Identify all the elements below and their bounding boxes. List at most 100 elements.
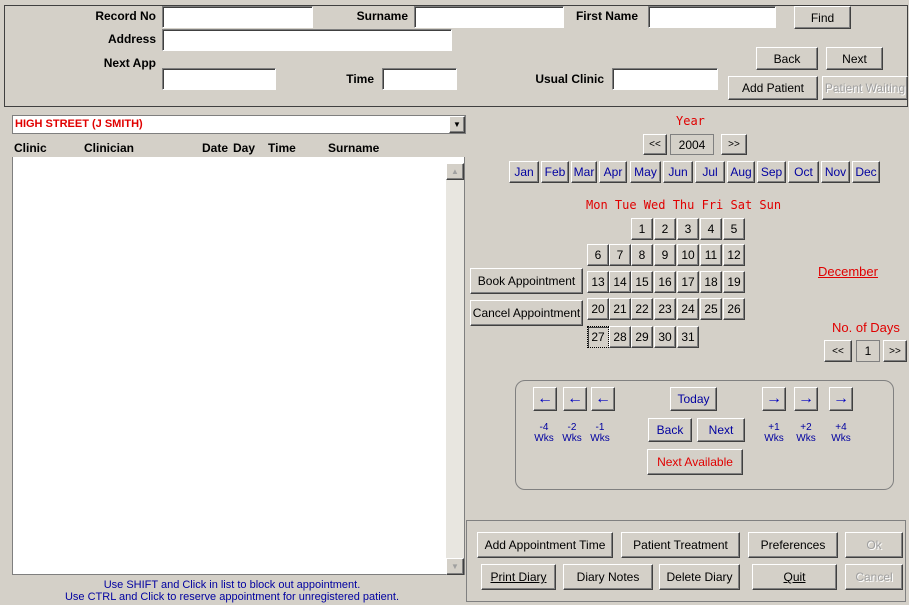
column-clinic: Clinic [14,141,47,155]
forward-2-weeks-arrow-icon[interactable]: → [794,387,818,411]
column-date: Date [202,141,229,155]
add-patient-button[interactable]: Add Patient [728,76,818,100]
calendar-day[interactable]: 21 [609,298,631,320]
scroll-down-icon[interactable]: ▼ [446,558,464,575]
appointment-list[interactable] [12,135,465,575]
calendar-day[interactable]: 24 [677,298,699,320]
calendar-day[interactable]: 13 [587,271,609,293]
back-4-weeks-arrow-icon[interactable]: ← [533,387,557,411]
minus-4-weeks-label: -4 Wks [534,422,554,444]
calendar-day[interactable]: 4 [700,218,722,240]
calendar-day[interactable]: 20 [587,298,609,320]
calendar-day[interactable]: 5 [723,218,745,240]
first-name-label: First Name [575,9,638,23]
prev-year-button[interactable]: << [643,134,667,155]
next-button[interactable]: Next [826,47,883,70]
calendar-day[interactable]: 15 [631,271,653,293]
calendar-day[interactable]: 6 [587,244,609,266]
first-name-input[interactable] [648,6,776,28]
time-label: Time [346,72,374,86]
delete-diary-button[interactable]: Delete Diary [659,564,740,590]
hint-text: Use SHIFT and Click in list to block out… [12,579,452,603]
month-mar-button[interactable]: Mar [571,161,597,183]
back-1-week-arrow-icon[interactable]: ← [591,387,615,411]
days-increase-button[interactable]: >> [883,340,907,362]
calendar-day[interactable]: 31 [677,326,699,348]
forward-1-week-arrow-icon[interactable]: → [762,387,786,411]
calendar-day[interactable]: 18 [700,271,722,293]
forward-4-weeks-arrow-icon[interactable]: → [829,387,853,411]
clinic-select[interactable]: HIGH STREET (J SMITH) ▼ [12,115,466,134]
record-no-input[interactable] [162,6,313,28]
calendar-day[interactable]: 22 [631,298,653,320]
month-oct-button[interactable]: Oct [788,161,819,183]
cancel-appointment-button[interactable]: Cancel Appointment [470,300,583,326]
back-button[interactable]: Back [756,47,818,70]
month-jan-button[interactable]: Jan [509,161,539,183]
preferences-button[interactable]: Preferences [748,532,838,558]
next-app-label: Next App [103,56,156,70]
calendar-day[interactable]: 1 [631,218,653,240]
calendar-day[interactable]: 19 [723,271,745,293]
nav-back-button[interactable]: Back [648,418,692,442]
year-label: Year [676,114,705,128]
list-scrollbar[interactable]: ▲ ▼ [446,163,464,575]
minus-1-week-label: -1 Wks [590,422,610,444]
calendar-day[interactable]: 28 [609,326,631,348]
today-button[interactable]: Today [670,387,717,411]
quit-button[interactable]: Quit [752,564,837,590]
calendar-day[interactable]: 10 [677,244,699,266]
calendar-day[interactable]: 3 [677,218,699,240]
calendar-day[interactable]: 11 [700,244,722,266]
calendar-day[interactable]: 26 [723,298,745,320]
calendar-day[interactable]: 17 [677,271,699,293]
month-sep-button[interactable]: Sep [757,161,786,183]
next-year-button[interactable]: >> [721,134,747,155]
chevron-down-icon[interactable]: ▼ [449,116,465,133]
calendar-day[interactable]: 27 [587,326,609,348]
calendar-day[interactable]: 8 [631,244,653,266]
patient-treatment-button[interactable]: Patient Treatment [621,532,740,558]
ok-button[interactable]: Ok [845,532,903,558]
usual-clinic-input[interactable] [612,68,718,90]
find-button[interactable]: Find [794,6,851,29]
plus-2-weeks-label: +2 Wks [796,422,816,444]
next-available-button[interactable]: Next Available [647,449,743,475]
month-nov-button[interactable]: Nov [821,161,850,183]
calendar-day[interactable]: 25 [700,298,722,320]
next-app-input[interactable] [162,68,276,90]
print-diary-button[interactable]: Print Diary [481,564,556,590]
month-feb-button[interactable]: Feb [541,161,569,183]
back-2-weeks-arrow-icon[interactable]: ← [563,387,587,411]
nav-next-button[interactable]: Next [697,418,745,442]
calendar-day[interactable]: 14 [609,271,631,293]
month-jul-button[interactable]: Jul [695,161,725,183]
month-aug-button[interactable]: Aug [727,161,755,183]
month-jun-button[interactable]: Jun [663,161,693,183]
address-input[interactable] [162,29,452,51]
days-decrease-button[interactable]: << [824,340,852,362]
time-input[interactable] [382,68,457,90]
month-apr-button[interactable]: Apr [599,161,627,183]
calendar-day[interactable]: 30 [654,326,676,348]
scroll-up-icon[interactable]: ▲ [446,163,464,180]
calendar-day[interactable]: 16 [654,271,676,293]
calendar-day[interactable]: 9 [654,244,676,266]
book-appointment-button[interactable]: Book Appointment [470,268,583,294]
diary-notes-button[interactable]: Diary Notes [563,564,653,590]
patient-waiting-button[interactable]: Patient Waiting [822,76,908,100]
address-label: Address [107,32,156,46]
record-no-label: Record No [95,9,156,23]
calendar-day[interactable]: 2 [654,218,676,240]
surname-input[interactable] [414,6,564,28]
calendar-day[interactable]: 23 [654,298,676,320]
calendar-day[interactable]: 12 [723,244,745,266]
cancel-button[interactable]: Cancel [845,564,903,590]
add-appointment-time-button[interactable]: Add Appointment Time [477,532,613,558]
month-may-button[interactable]: May [630,161,661,183]
minus-2-weeks-label: -2 Wks [562,422,582,444]
month-name: December [818,264,878,279]
calendar-day[interactable]: 29 [631,326,653,348]
month-dec-button[interactable]: Dec [852,161,880,183]
calendar-day[interactable]: 7 [609,244,631,266]
